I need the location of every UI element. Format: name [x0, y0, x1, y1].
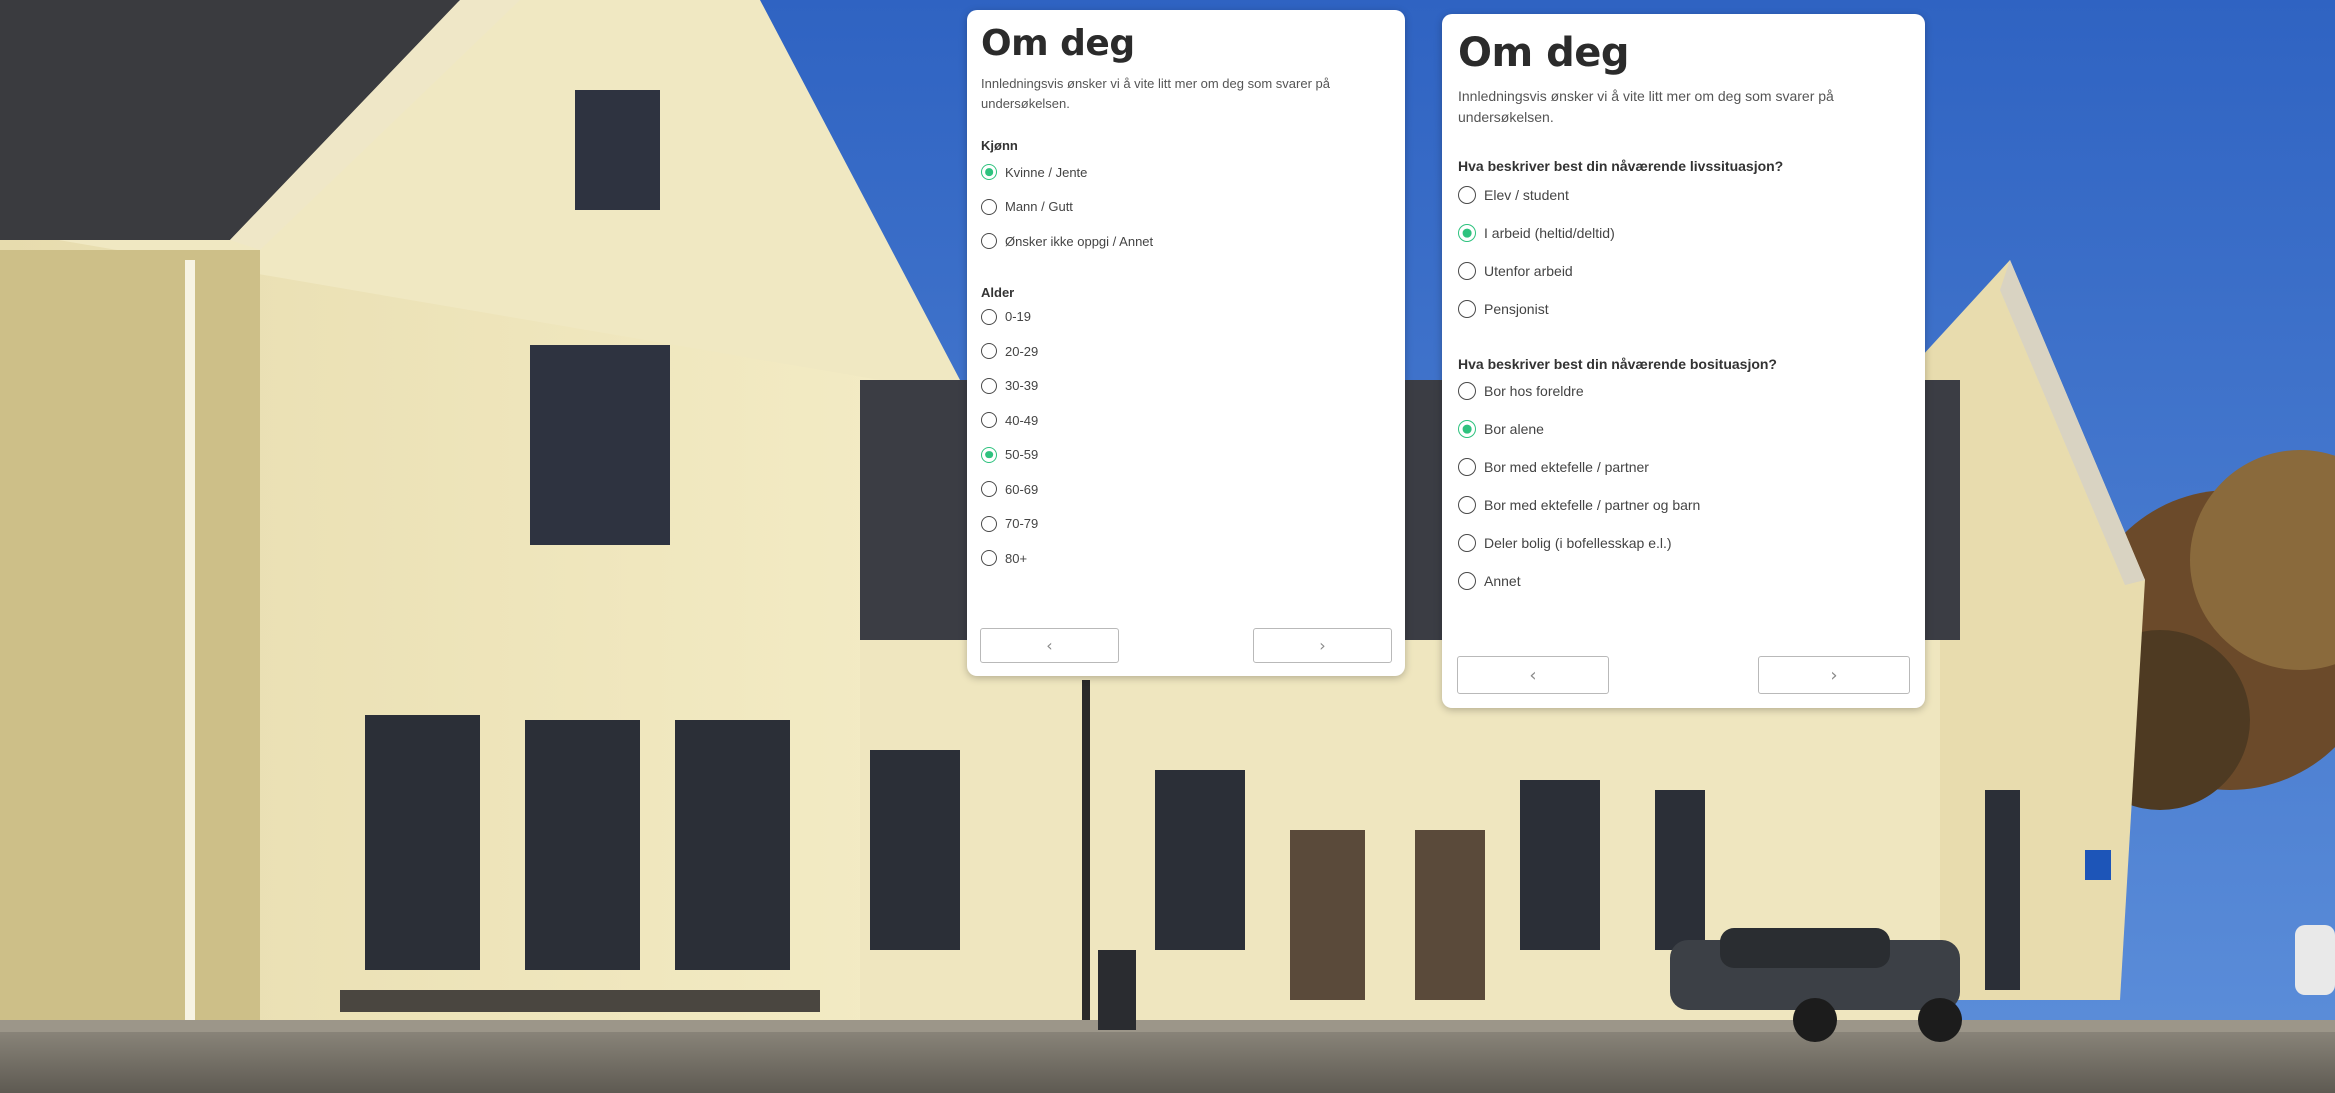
- question-age-label: Alder: [981, 284, 1015, 300]
- radio-button[interactable]: [981, 233, 997, 250]
- option-label: Bor med ektefelle / partner: [1484, 459, 1649, 475]
- option-label: 50-59: [1005, 447, 1039, 463]
- radio-option-gender-female[interactable]: Kvinne / Jente: [981, 155, 1391, 190]
- option-label: Bor alene: [1484, 421, 1544, 437]
- radio-option-age-80-plus[interactable]: 80+: [981, 541, 1391, 576]
- radio-option-age-70-79[interactable]: 70-79: [981, 507, 1391, 542]
- age-options: 0-19 20-29 30-39 40-49 50-59 60-69 70-79: [981, 300, 1391, 576]
- radio-option-other[interactable]: Annet: [1458, 562, 1909, 600]
- radio-button[interactable]: [1458, 420, 1476, 438]
- radio-option-student[interactable]: Elev / student: [1458, 176, 1909, 214]
- option-label: Bor hos foreldre: [1484, 383, 1584, 399]
- radio-button[interactable]: [1458, 300, 1476, 318]
- radio-button[interactable]: [981, 412, 997, 429]
- chevron-left-icon: ‹: [1046, 636, 1053, 655]
- pagination-nav: ‹ ›: [1457, 656, 1910, 694]
- radio-button[interactable]: [981, 550, 997, 567]
- radio-option-lives-with-parents[interactable]: Bor hos foreldre: [1458, 372, 1909, 410]
- radio-option-retired[interactable]: Pensjonist: [1458, 290, 1909, 328]
- survey-card-left: Om deg Innledningsvis ønsker vi å vite l…: [967, 10, 1405, 676]
- radio-option-lives-with-partner-and-children[interactable]: Bor med ektefelle / partner og barn: [1458, 486, 1909, 524]
- chevron-right-icon: ›: [1319, 636, 1326, 655]
- radio-button[interactable]: [1458, 496, 1476, 514]
- radio-option-age-0-19[interactable]: 0-19: [981, 300, 1391, 335]
- intro-text: Innledningsvis ønsker vi å vite litt mer…: [981, 76, 1330, 111]
- option-label: 60-69: [1005, 481, 1039, 497]
- radio-option-age-40-49[interactable]: 40-49: [981, 403, 1391, 438]
- intro-text: Innledningsvis ønsker vi å vite litt mer…: [1458, 88, 1834, 125]
- radio-button[interactable]: [981, 198, 997, 215]
- radio-option-age-60-69[interactable]: 60-69: [981, 472, 1391, 507]
- option-label: 70-79: [1005, 516, 1039, 532]
- radio-button[interactable]: [981, 377, 997, 394]
- question-life-situation-label: Hva beskriver best din nåværende livssit…: [1458, 158, 1784, 174]
- radio-option-lives-alone[interactable]: Bor alene: [1458, 410, 1909, 448]
- option-label: Annet: [1484, 573, 1521, 589]
- option-label: Utenfor arbeid: [1484, 263, 1573, 279]
- radio-option-age-50-59[interactable]: 50-59: [981, 438, 1391, 473]
- radio-button[interactable]: [981, 446, 997, 463]
- radio-button[interactable]: [1458, 572, 1476, 590]
- radio-button[interactable]: [1458, 534, 1476, 552]
- radio-option-shared-housing[interactable]: Deler bolig (i bofellesskap e.l.): [1458, 524, 1909, 562]
- radio-option-gender-male[interactable]: Mann / Gutt: [981, 190, 1391, 225]
- radio-option-gender-other[interactable]: Ønsker ikke oppgi / Annet: [981, 224, 1391, 259]
- previous-button[interactable]: ‹: [980, 628, 1119, 663]
- radio-button[interactable]: [1458, 186, 1476, 204]
- radio-option-unemployed[interactable]: Utenfor arbeid: [1458, 252, 1909, 290]
- question-housing-label: Hva beskriver best din nåværende bositua…: [1458, 356, 1777, 372]
- radio-option-age-20-29[interactable]: 20-29: [981, 334, 1391, 369]
- option-label: 40-49: [1005, 412, 1039, 428]
- radio-option-employed[interactable]: I arbeid (heltid/deltid): [1458, 214, 1909, 252]
- survey-card-right: Om deg Innledningsvis ønsker vi å vite l…: [1442, 14, 1925, 708]
- radio-option-lives-with-partner[interactable]: Bor med ektefelle / partner: [1458, 448, 1909, 486]
- question-gender-label: Kjønn: [981, 138, 1018, 153]
- option-label: Deler bolig (i bofellesskap e.l.): [1484, 535, 1672, 551]
- option-label: Kvinne / Jente: [1005, 164, 1088, 180]
- radio-button[interactable]: [981, 164, 997, 181]
- next-button[interactable]: ›: [1253, 628, 1392, 663]
- radio-button[interactable]: [981, 515, 997, 532]
- option-label: I arbeid (heltid/deltid): [1484, 225, 1615, 241]
- radio-button[interactable]: [981, 308, 997, 325]
- radio-button[interactable]: [1458, 262, 1476, 280]
- housing-options: Bor hos foreldre Bor alene Bor med ektef…: [1458, 372, 1909, 600]
- option-label: Pensjonist: [1484, 301, 1549, 317]
- previous-button[interactable]: ‹: [1457, 656, 1609, 694]
- radio-button[interactable]: [1458, 224, 1476, 242]
- option-label: 20-29: [1005, 343, 1039, 359]
- pagination-nav: ‹ ›: [980, 628, 1392, 663]
- life-situation-options: Elev / student I arbeid (heltid/deltid) …: [1458, 176, 1909, 328]
- option-label: 30-39: [1005, 378, 1039, 394]
- radio-button[interactable]: [981, 343, 997, 360]
- option-label: 80+: [1005, 550, 1028, 566]
- radio-button[interactable]: [1458, 382, 1476, 400]
- chevron-right-icon: ›: [1830, 664, 1838, 686]
- radio-button[interactable]: [1458, 458, 1476, 476]
- gender-options: Kvinne / Jente Mann / Gutt Ønsker ikke o…: [981, 155, 1391, 259]
- option-label: Ønsker ikke oppgi / Annet: [1005, 233, 1154, 249]
- next-button[interactable]: ›: [1758, 656, 1910, 694]
- page-title: Om deg: [981, 23, 1135, 64]
- option-label: Elev / student: [1484, 187, 1569, 203]
- option-label: 0-19: [1005, 309, 1032, 325]
- chevron-left-icon: ‹: [1529, 664, 1537, 686]
- radio-button[interactable]: [981, 481, 997, 498]
- page-title: Om deg: [1458, 30, 1630, 76]
- radio-option-age-30-39[interactable]: 30-39: [981, 369, 1391, 404]
- option-label: Bor med ektefelle / partner og barn: [1484, 497, 1701, 513]
- option-label: Mann / Gutt: [1005, 199, 1073, 215]
